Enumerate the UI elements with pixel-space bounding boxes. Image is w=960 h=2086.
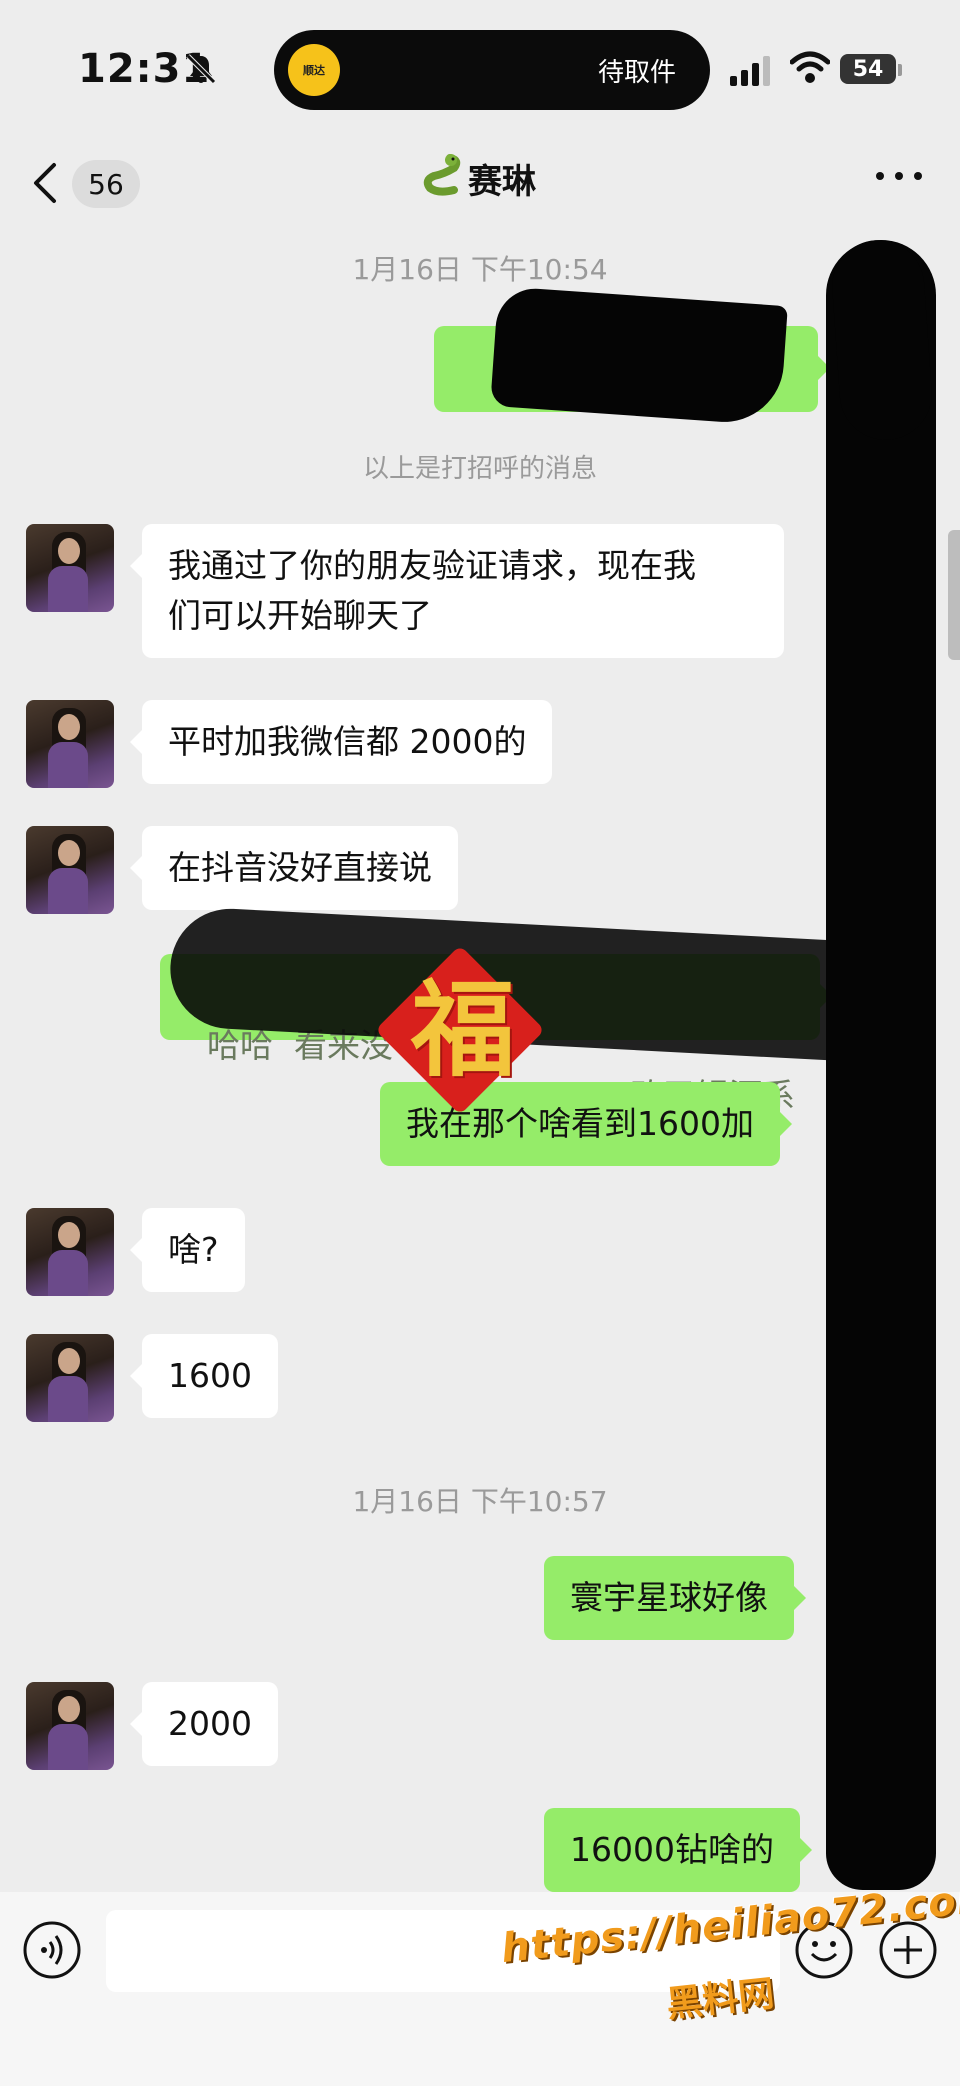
fu-sticker: 福 <box>375 945 550 1120</box>
delivery-app-logo: 顺达 <box>288 44 340 96</box>
dynamic-island[interactable]: 顺达 待取件 <box>274 30 710 110</box>
more-options-icon[interactable] <box>872 166 926 186</box>
redaction-mark <box>826 240 936 1890</box>
wifi-icon <box>790 51 830 83</box>
bell-muted-icon <box>186 54 216 84</box>
redaction-mark <box>490 286 788 426</box>
contact-avatar[interactable] <box>26 700 114 788</box>
unread-count-badge: 56 <box>72 160 140 208</box>
message-bubble-received[interactable]: 在抖音没好直接说 <box>130 826 458 910</box>
battery-level: 54 <box>840 54 896 84</box>
message-bubble-received[interactable]: 2000 <box>130 1682 278 1766</box>
back-button[interactable]: 56 <box>30 150 150 216</box>
voice-input-icon[interactable] <box>22 1920 82 1980</box>
message-bubble-received[interactable]: 平时加我微信都 2000的 <box>129 700 553 784</box>
snake-emoji-icon <box>423 154 461 196</box>
message-bubble-received[interactable]: 1600 <box>130 1334 278 1418</box>
contact-avatar[interactable] <box>26 1682 114 1770</box>
chevron-left-icon <box>34 163 56 203</box>
message-bubble-sent[interactable]: 寰宇星球好像 <box>544 1556 806 1640</box>
message-timestamp: 1月16日 下午10:54 <box>352 253 608 286</box>
island-status-text: 待取件 <box>597 58 676 88</box>
contact-avatar[interactable] <box>26 1208 114 1296</box>
message-bubble-received[interactable]: 啥? <box>130 1208 245 1292</box>
status-bar: 12:31 顺达 待取件 54 <box>0 0 960 140</box>
side-drawer-handle[interactable] <box>948 530 960 660</box>
contact-avatar[interactable] <box>26 826 114 914</box>
message-timestamp: 1月16日 下午10:57 <box>352 1485 608 1518</box>
contact-name[interactable]: 赛琳 <box>468 154 536 203</box>
contact-avatar[interactable] <box>26 524 114 612</box>
redaction-mark <box>829 237 935 443</box>
chat-header: 56 赛琳 <box>0 140 960 240</box>
message-bubble-received[interactable]: 我通过了你的朋友验证请求，现在我 们可以开始聊天了 <box>130 524 784 658</box>
message-bubble-sent[interactable]: 16000钻啥的 <box>544 1808 812 1892</box>
contact-avatar[interactable] <box>26 1334 114 1422</box>
greeting-note: 以上是打招呼的消息 <box>362 454 597 484</box>
battery-tip <box>898 64 902 76</box>
cellular-signal-icon <box>730 56 770 86</box>
